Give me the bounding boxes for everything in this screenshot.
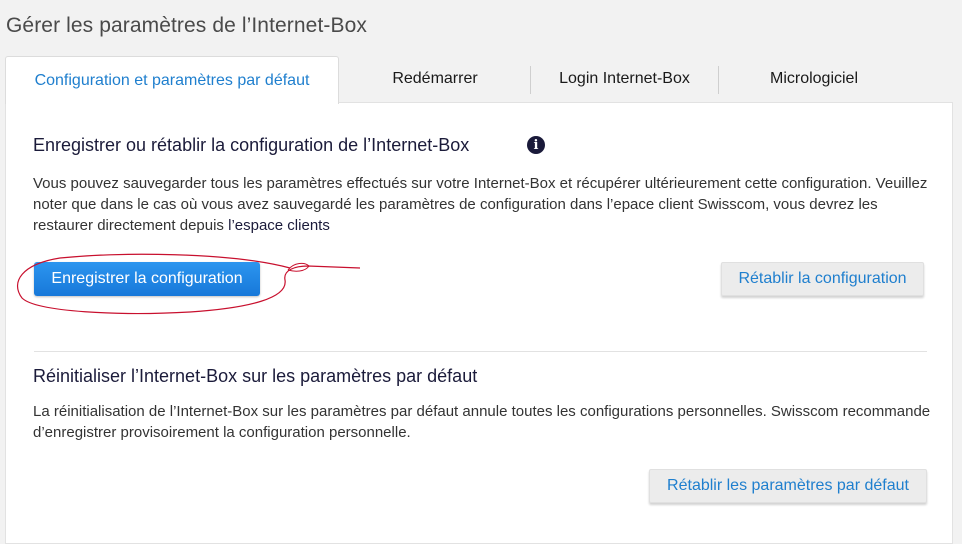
tab-micrologiciel[interactable]: Micrologiciel [719,56,909,102]
backup-section-title: Enregistrer ou rétablir la configuration… [33,135,470,155]
tab-login-internet-box[interactable]: Login Internet-Box [531,56,718,102]
tab-configuration[interactable]: Configuration et paramètres par défaut [5,56,339,104]
backup-description-text: Vous pouvez sauvegarder tous les paramèt… [33,175,928,234]
settings-panel: Enregistrer ou rétablir la configuration… [5,102,953,544]
section-divider [34,351,927,352]
reset-section-title: Réinitialiser l’Internet-Box sur les par… [33,366,478,386]
customer-area-link[interactable]: l’espace clients [228,217,330,234]
tab-redemarrer[interactable]: Redémarrer [340,56,530,102]
page-title: Gérer les paramètres de l’Internet-Box [6,14,367,37]
reset-description: La réinitialisation de l’Internet-Box su… [33,403,931,441]
save-configuration-button[interactable]: Enregistrer la configuration [34,262,260,296]
reset-defaults-button[interactable]: Rétablir les paramètres par défaut [649,469,927,503]
info-icon[interactable]: i [527,136,545,154]
restore-configuration-button[interactable]: Rétablir la configuration [721,262,924,296]
tab-bar: Configuration et paramètres par défaut R… [0,56,962,104]
backup-description: Vous pouvez sauvegarder tous les paramèt… [33,173,933,236]
